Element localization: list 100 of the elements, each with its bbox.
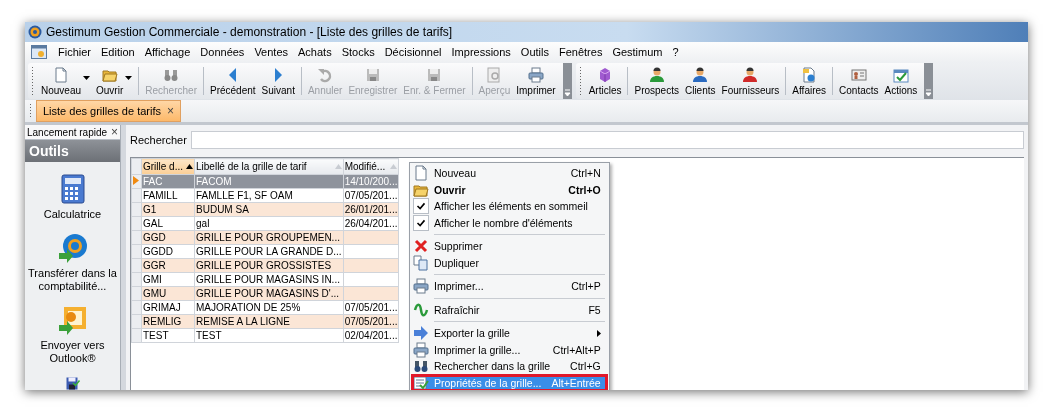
table-cell: gal	[194, 216, 344, 231]
menu-item[interactable]: Supprimer	[412, 238, 607, 255]
menu-item[interactable]: Affichage	[139, 46, 196, 58]
toolbar-button[interactable]: Imprimer	[513, 63, 559, 99]
menu-item[interactable]: Nouveau Ctrl+N	[412, 165, 607, 182]
menu-item[interactable]: Impressions	[446, 46, 516, 58]
table-cell: FAMLLE F1, SF OAM	[194, 188, 344, 203]
properties-icon	[413, 374, 429, 390]
column-header[interactable]: Grille d...	[141, 158, 195, 175]
quick-launch-item[interactable]: Calculatrice	[26, 174, 119, 221]
row-indicator[interactable]	[131, 216, 142, 231]
table-cell: TEST	[194, 328, 344, 343]
table-cell: FAMILL	[141, 188, 195, 203]
window-menu-icon[interactable]	[31, 45, 47, 59]
toolbar-button[interactable]: Affaires	[789, 63, 830, 99]
panel-title: Lancement rapide	[27, 126, 108, 138]
sort-arrow-icon	[390, 164, 398, 169]
quick-launch-item[interactable]: Envoyer vers Outlook®	[26, 305, 119, 365]
menu-item[interactable]: Stocks	[336, 46, 380, 58]
table-cell: GRILLE POUR MAGASINS IN...	[194, 272, 344, 287]
search-label: Rechercher	[130, 134, 187, 146]
menu-item[interactable]: Outils	[515, 46, 554, 58]
row-indicator[interactable]	[131, 328, 142, 343]
toolbar-button[interactable]: Articles	[585, 63, 625, 99]
toolbar-overflow-icon[interactable]	[562, 63, 572, 99]
table-cell	[343, 272, 399, 287]
table-cell: GRILLE POUR LA GRANDE D...	[194, 244, 344, 259]
row-indicator[interactable]	[131, 230, 142, 245]
toolbar-button[interactable]: Nouveau	[38, 63, 85, 99]
table-cell: 26/04/201...	[343, 216, 399, 231]
window-title: Gestimum Gestion Commerciale - demonstration - [Liste des grilles de tarifs]	[46, 25, 453, 39]
duplicate-icon	[413, 254, 429, 271]
app-logo-icon	[28, 25, 42, 39]
menu-item[interactable]: ?	[667, 46, 684, 58]
menu-item[interactable]: Gestimum	[607, 46, 668, 58]
menu-item[interactable]: Fenêtres	[553, 46, 608, 58]
menu-item[interactable]: Edition	[96, 46, 140, 58]
menu-item[interactable]: Imprimer... Ctrl+P	[412, 278, 607, 295]
menu-item[interactable]: Achats	[293, 46, 337, 58]
menu-item[interactable]: Données	[195, 46, 250, 58]
row-indicator[interactable]	[131, 286, 142, 301]
menu-item[interactable]: Exporter la grille	[412, 325, 607, 342]
person-icon	[692, 66, 709, 83]
dropdown-caret-icon[interactable]	[125, 76, 133, 80]
transfer-icon	[57, 233, 88, 263]
menu-item[interactable]: Ouvrir Ctrl+O	[412, 181, 607, 198]
row-indicator[interactable]	[131, 300, 142, 315]
toolbar-button[interactable]: Suivant	[258, 63, 298, 99]
row-header	[131, 158, 142, 175]
calendar-check-icon	[892, 66, 909, 83]
menu-item[interactable]: Fichier	[53, 46, 96, 58]
toolbar-button[interactable]: Ouvrir	[93, 63, 127, 99]
dropdown-caret-icon[interactable]	[83, 76, 91, 80]
delete-icon	[413, 238, 429, 255]
section-header[interactable]: Outils	[25, 140, 120, 162]
menu-item[interactable]: Ventes	[249, 46, 293, 58]
toolbar-button[interactable]: Contacts	[836, 63, 882, 99]
undo-icon	[317, 66, 334, 83]
toolbar-button[interactable]: Prospects	[631, 63, 682, 99]
table-cell: GMI	[141, 272, 195, 287]
preview-icon	[486, 66, 503, 83]
row-indicator[interactable]	[131, 188, 142, 203]
menu-item[interactable]: Dupliquer	[412, 254, 607, 271]
menu-item[interactable]: Rechercher dans la grille Ctrl+G	[412, 358, 607, 375]
export-arrow-icon	[413, 325, 429, 342]
person-icon	[648, 66, 665, 83]
refresh-icon	[413, 301, 429, 318]
toolbar-button[interactable]: Actions	[881, 63, 921, 99]
table-cell: 07/05/201...	[343, 300, 399, 315]
toolbar-button[interactable]: Fournisseurs	[718, 63, 783, 99]
toolbar-button[interactable]: Clients	[681, 63, 719, 99]
printer-icon	[527, 66, 544, 83]
row-indicator[interactable]	[131, 202, 142, 217]
toolbar-overflow-icon[interactable]	[924, 63, 934, 99]
document-tab[interactable]: Liste des grilles de tarifs ×	[36, 100, 181, 122]
table-cell	[343, 244, 399, 259]
table-cell: GGDD	[141, 244, 195, 259]
outlook-icon	[57, 305, 88, 335]
row-indicator[interactable]	[131, 314, 142, 329]
column-header[interactable]: Libellé de la grille de tarif	[194, 158, 344, 175]
menu-item[interactable]: Imprimer la grille... Ctrl+Alt+P	[412, 341, 607, 358]
row-indicator[interactable]	[131, 258, 142, 273]
close-button[interactable]: ×	[111, 125, 118, 139]
menu-item[interactable]: Afficher les éléments en sommeil	[412, 198, 607, 215]
quick-launch-item[interactable]: Transférer dans la comptabilité...	[26, 233, 119, 293]
toolbar-button[interactable]: Précédent	[206, 63, 259, 99]
menu-item[interactable]: Rafraîchir F5	[412, 301, 607, 318]
column-header[interactable]: Modifié...	[343, 158, 399, 175]
row-indicator[interactable]	[131, 272, 142, 287]
printer-icon	[413, 278, 429, 295]
menu-item[interactable]: Afficher le nombre d'éléments	[412, 214, 607, 231]
row-indicator[interactable]	[131, 174, 142, 189]
row-indicator[interactable]	[131, 244, 142, 259]
document-icon	[53, 66, 69, 83]
sort-arrow-icon	[186, 164, 193, 169]
printer-icon	[413, 341, 429, 358]
contact-card-icon	[850, 66, 867, 83]
search-field[interactable]	[190, 131, 1024, 149]
binoculars-icon	[413, 358, 429, 375]
menu-item[interactable]: Décisionnel	[379, 46, 447, 58]
